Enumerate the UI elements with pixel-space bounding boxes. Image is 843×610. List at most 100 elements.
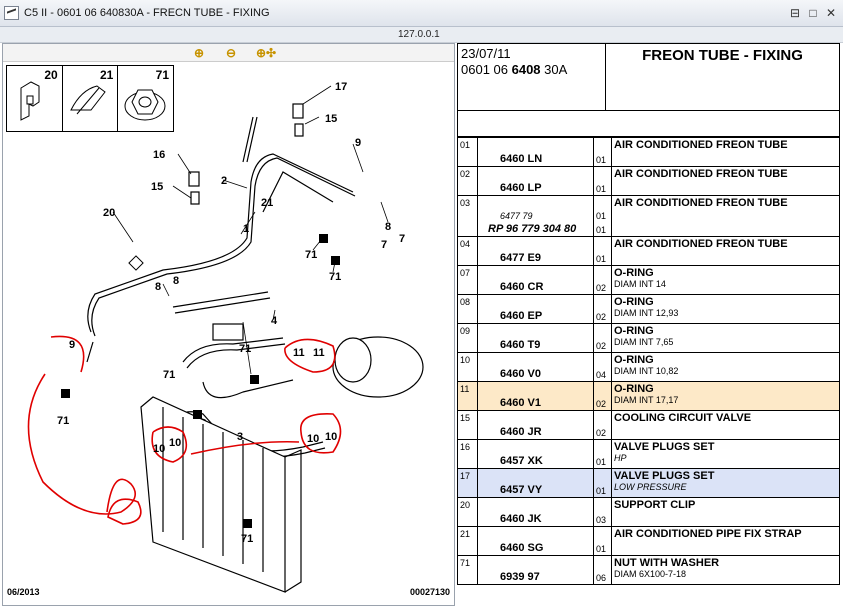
part-ref: 6460 LP <box>500 181 542 194</box>
part-ref: 6477 E9 <box>500 251 541 264</box>
part-qty: 01 <box>596 253 607 264</box>
part-sub: DIAM INT 17,17 <box>614 394 679 405</box>
parts-header: 23/07/11 0601 06 6408 30A FREON TUBE - F… <box>457 43 840 111</box>
callout-15: 15 <box>325 113 337 125</box>
part-index: 02 <box>457 165 478 196</box>
part-row[interactable]: 11 6460 V1 02 O-RING DIAM INT 17,17 <box>457 380 840 411</box>
part-desc: VALVE PLUGS SET <box>614 469 715 482</box>
callout-10a: 10 <box>153 443 165 455</box>
part-row[interactable]: 17 6457 VY 01 VALVE PLUGS SET LOW PRESSURE <box>457 467 840 498</box>
window-title: C5 II - 0601 06 640830A - FRECN TUBE - F… <box>24 7 270 19</box>
maximize-button[interactable]: □ <box>806 6 820 20</box>
footer-date: 06/2013 <box>7 587 40 597</box>
callout-9: 9 <box>355 137 361 149</box>
part-sub: DIAM INT 12,93 <box>614 307 679 318</box>
minimize-button[interactable]: ⊟ <box>788 6 802 20</box>
part-qty: 02 <box>596 398 607 409</box>
part-desc: AIR CONDITIONED FREON TUBE <box>614 196 788 209</box>
part-qty: 02 <box>596 427 607 438</box>
callout-10c: 10 <box>307 433 319 445</box>
part-qty: 01 <box>596 154 607 165</box>
part-row[interactable]: 02 6460 LP 01 AIR CONDITIONED FREON TUBE <box>457 165 840 196</box>
part-sub: DIAM INT 7,65 <box>614 336 674 347</box>
part-index: 07 <box>457 264 478 295</box>
exploded-diagram: 17 15 16 15 2 21 9 8 7 7 20 1 71 71 8 8 … <box>27 81 424 593</box>
title-bar: C5 II - 0601 06 640830A - FRECN TUBE - F… <box>0 0 843 27</box>
zoom-in-icon[interactable]: ⊕ <box>191 46 207 60</box>
part-index: 04 <box>457 235 478 266</box>
part-row[interactable]: 10 6460 V0 04 O-RING DIAM INT 10,82 <box>457 351 840 382</box>
part-row[interactable]: 04 6477 E9 01 AIR CONDITIONED FREON TUBE <box>457 235 840 266</box>
part-qty: 01 <box>596 456 607 467</box>
callout-71f: 71 <box>241 533 253 545</box>
part-index: 17 <box>457 467 478 498</box>
callout-3: 3 <box>237 431 243 443</box>
part-sub: HP <box>614 452 627 463</box>
part-sub: DIAM INT 14 <box>614 278 666 289</box>
footer-ref: 00027130 <box>409 587 450 597</box>
callout-20: 20 <box>103 207 115 219</box>
part-desc: NUT WITH WASHER <box>614 556 720 569</box>
part-row[interactable]: 15 6460 JR 02 COOLING CIRCUIT VALVE <box>457 409 840 440</box>
callout-71c: 71 <box>239 343 251 355</box>
zoom-out-icon[interactable]: ⊖ <box>223 46 239 60</box>
part-qty: 06 <box>596 572 607 583</box>
callout-21: 21 <box>261 197 273 209</box>
part-index: 71 <box>457 554 478 585</box>
diagram-pane: ⊕ ⊖ ⊕✣ 20 21 71 17 15 16 15 2 21 9 8 7 7… <box>2 43 455 606</box>
callout-7b: 7 <box>399 233 405 245</box>
part-row[interactable]: 01 6460 LN 01 AIR CONDITIONED FREON TUBE <box>457 136 840 167</box>
callout-16: 16 <box>153 149 165 161</box>
part-row[interactable]: 16 6457 XK 01 VALVE PLUGS SET HP <box>457 438 840 469</box>
part-desc: VALVE PLUGS SET <box>614 440 715 453</box>
part-qty: 02 <box>596 340 607 351</box>
part-ref: 6460 CR <box>500 280 544 293</box>
callout-71e: 71 <box>163 369 175 381</box>
part-index: 09 <box>457 322 478 353</box>
part-index: 21 <box>457 525 478 556</box>
part-desc: COOLING CIRCUIT VALVE <box>614 411 752 424</box>
callout-11a: 11 <box>293 347 305 359</box>
part-row[interactable]: 03 6477 79 RP 96 779 304 80 01 01 AIR CONDITI… <box>457 194 840 237</box>
callout-10d: 10 <box>325 431 337 443</box>
callout-71a: 71 <box>305 249 317 261</box>
part-qty: 04 <box>596 369 607 380</box>
part-index: 16 <box>457 438 478 469</box>
header-code: 0601 06 6408 30A <box>461 62 602 78</box>
part-desc: AIR CONDITIONED FREON TUBE <box>614 138 788 151</box>
part-qty: 01 <box>596 183 607 194</box>
part-desc: O-RING <box>614 266 654 279</box>
part-ref: 6460 V0 <box>500 367 541 380</box>
header-date: 23/07/11 <box>461 46 511 61</box>
part-qty: 02 <box>596 282 607 293</box>
part-ref: 6460 EP <box>500 309 543 322</box>
part-row[interactable]: 08 6460 EP 02 O-RING DIAM INT 12,93 <box>457 293 840 324</box>
part-row[interactable]: 09 6460 T9 02 O-RING DIAM INT 7,65 <box>457 322 840 353</box>
header-info: 23/07/11 0601 06 6408 30A <box>458 44 606 110</box>
part-desc: AIR CONDITIONED FREON TUBE <box>614 167 788 180</box>
part-row[interactable]: 07 6460 CR 02 O-RING DIAM INT 14 <box>457 264 840 295</box>
part-ref: 6460 T9 <box>500 338 541 351</box>
callout-8c: 8 <box>173 275 179 287</box>
part-row[interactable]: 21 6460 SG 01 AIR CONDITIONED PIPE FIX STRA… <box>457 525 840 556</box>
part-qty: 01 <box>596 543 607 554</box>
close-button[interactable]: ✕ <box>824 6 838 20</box>
part-index: 10 <box>457 351 478 382</box>
callout-9b: 9 <box>69 339 75 351</box>
zoom-fit-icon[interactable]: ⊕✣ <box>253 46 279 60</box>
part-desc: SUPPORT CLIP <box>614 498 696 511</box>
part-row[interactable]: 20 6460 JK 03 SUPPORT CLIP <box>457 496 840 527</box>
parts-table: 01 6460 LN 01 AIR CONDITIONED FREON TUBE 02 6… <box>457 111 840 585</box>
callout-7: 7 <box>381 239 387 251</box>
part-ref: 6460 LN <box>500 152 543 165</box>
part-ref: 6457 VY <box>500 483 543 496</box>
alt-ref: 6477 79 <box>500 210 533 221</box>
code-prefix: 0601 06 <box>461 62 512 77</box>
callout-2: 2 <box>221 175 227 187</box>
part-desc: AIR CONDITIONED PIPE FIX STRAP <box>614 527 802 540</box>
part-desc: O-RING <box>614 353 654 366</box>
part-row[interactable]: 71 6939 97 06 NUT WITH WASHER DIAM 6X100-7-1… <box>457 554 840 585</box>
part-sub: DIAM INT 10,82 <box>614 365 679 376</box>
part-sub: DIAM 6X100-7-18 <box>614 568 687 579</box>
callout-71b: 71 <box>329 271 341 283</box>
